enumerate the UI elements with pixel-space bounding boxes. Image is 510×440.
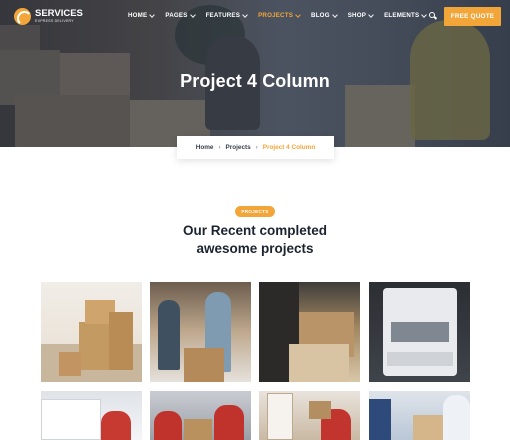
section-title-line: awesome projects (196, 241, 314, 256)
search-icon[interactable] (429, 12, 438, 20)
nav-item-label: HOME (128, 12, 148, 19)
nav-item-pages[interactable]: PAGES (165, 11, 196, 19)
breadcrumb-home[interactable]: Home (196, 144, 214, 151)
breadcrumb-projects[interactable]: Projects (225, 144, 250, 151)
project-card[interactable] (150, 282, 251, 382)
nav-item-label: ELEMENTS (384, 12, 420, 19)
project-card[interactable] (369, 282, 470, 382)
site-header: SERVICES EXPRESS DELIVERY HOME PAGES FEA… (0, 0, 510, 34)
logo-name: SERVICES (35, 8, 83, 19)
logo-text: SERVICES EXPRESS DELIVERY (35, 9, 83, 24)
project-card[interactable] (41, 282, 142, 382)
breadcrumb: Home › Projects › Project 4 Column (177, 136, 334, 159)
section-title-line: Our Recent completed (182, 223, 328, 238)
project-card[interactable] (259, 282, 360, 382)
nav-item-label: BLOG (311, 12, 330, 19)
section-badge: PROJECTS (235, 206, 275, 217)
project-card[interactable] (41, 391, 142, 440)
chevron-down-icon (368, 11, 374, 18)
page-title: Project 4 Column (180, 71, 330, 91)
logo-icon (14, 8, 31, 25)
section-title: Our Recent completed awesome projects (155, 222, 355, 258)
nav-item-home[interactable]: HOME (128, 11, 156, 19)
main-nav: HOME PAGES FEATURES PROJECTS BLOG SHOP E… (128, 11, 437, 19)
nav-item-label: FEATURES (205, 12, 241, 19)
chevron-down-icon (421, 11, 428, 18)
chevron-down-icon (242, 11, 248, 18)
logo-tagline: EXPRESS DELIVERY (35, 19, 74, 23)
nav-item-features[interactable]: FEATURES (205, 11, 248, 19)
chevron-down-icon (295, 11, 301, 18)
project-card[interactable] (369, 391, 470, 440)
chevron-right-icon: › (255, 144, 258, 151)
nav-item-label: PAGES (165, 12, 188, 19)
nav-item-shop[interactable]: SHOP (347, 11, 374, 19)
free-quote-button[interactable]: FREE QUOTE (444, 7, 501, 26)
nav-item-elements[interactable]: ELEMENTS (384, 11, 428, 19)
chevron-down-icon (331, 11, 338, 18)
nav-item-label: PROJECTS (258, 12, 294, 19)
project-card[interactable] (150, 391, 251, 440)
site-logo[interactable]: SERVICES EXPRESS DELIVERY (14, 8, 83, 25)
nav-item-label: SHOP (347, 12, 367, 19)
chevron-down-icon (149, 11, 156, 18)
nav-item-projects[interactable]: PROJECTS (258, 11, 301, 19)
chevron-down-icon (189, 11, 196, 18)
chevron-right-icon: › (218, 144, 221, 151)
project-card[interactable] (259, 391, 360, 440)
breadcrumb-current: Project 4 Column (262, 144, 316, 151)
nav-item-blog[interactable]: BLOG (311, 11, 338, 19)
